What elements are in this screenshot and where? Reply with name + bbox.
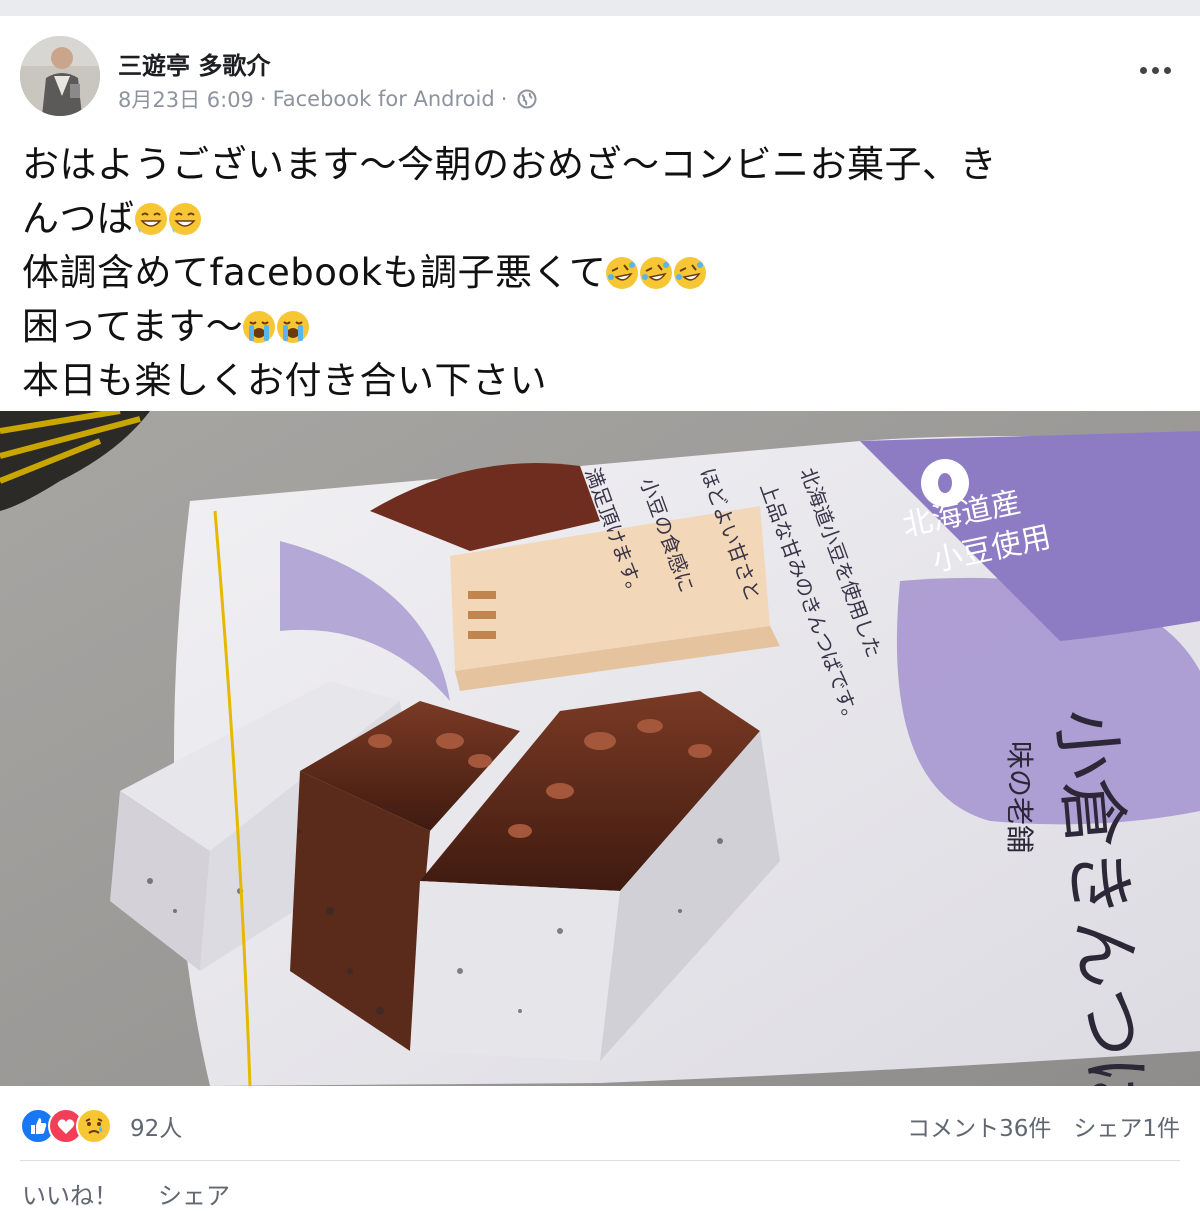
- loudly-crying-emoji-icon: [243, 311, 276, 343]
- post-photo[interactable]: 北海道産 小豆使用 北海道小豆を使用した 上品な甘みのきんつばです。 ほどよい甘…: [0, 411, 1200, 1086]
- share-count[interactable]: シェア1件: [1073, 1116, 1180, 1142]
- divider: [20, 1160, 1180, 1161]
- post-line: 体調含めてfacebookも調子悪くて: [22, 246, 1182, 300]
- grinning-sweat-emoji-icon: [168, 203, 201, 235]
- post-line: 本日も楽しくお付き合い下さい: [22, 354, 1182, 408]
- share-button[interactable]: シェア: [158, 1182, 230, 1210]
- post-header: 三遊亭 多歌介 8月23日 6:09 · Facebook for Androi…: [20, 36, 1180, 120]
- post-line-text: 体調含めてfacebookも調子悪くて: [22, 251, 607, 294]
- more-options-icon[interactable]: [1138, 60, 1174, 80]
- post-line: おはようございます〜今朝のおめざ〜コンビニお菓子、き: [22, 138, 1182, 192]
- post-meta: 8月23日 6:09 · Facebook for Android ·: [118, 84, 537, 114]
- action-bar: いいね！ シェア: [22, 1176, 270, 1211]
- post-line-text: 本日も楽しくお付き合い下さい: [22, 359, 547, 402]
- engagement-stats: コメント36件 シェア1件: [907, 1109, 1180, 1143]
- reaction-bar: 92人 コメント36件 シェア1件: [20, 1108, 1180, 1144]
- comment-count[interactable]: コメント36件: [907, 1116, 1051, 1142]
- post-line: んつば: [22, 192, 1182, 246]
- globe-icon: [517, 89, 537, 109]
- post-date[interactable]: 8月23日 6:09: [118, 84, 254, 114]
- post-line-text: おはようございます〜今朝のおめざ〜コンビニお菓子、き: [22, 143, 997, 186]
- author-name[interactable]: 三遊亭 多歌介: [118, 46, 270, 81]
- rolling-laughing-emoji-icon: [606, 257, 639, 289]
- grinning-sweat-emoji-icon: [134, 203, 167, 235]
- package-brand-small: 味の老舗: [1003, 741, 1036, 853]
- meta-separator: ·: [259, 87, 267, 111]
- like-button[interactable]: いいね！: [22, 1182, 118, 1210]
- post-line: 困ってます〜: [22, 300, 1182, 354]
- top-band: [0, 0, 1200, 16]
- meta-separator: ·: [500, 87, 508, 111]
- post-body: おはようございます〜今朝のおめざ〜コンビニお菓子、き んつば 体調含めてface…: [22, 138, 1182, 408]
- post-source: Facebook for Android: [272, 87, 495, 111]
- rolling-laughing-emoji-icon: [640, 257, 673, 289]
- reaction-count[interactable]: 92人: [130, 1109, 182, 1143]
- avatar[interactable]: [20, 36, 100, 116]
- sad-icon: [76, 1108, 112, 1144]
- reaction-icons[interactable]: [20, 1108, 120, 1144]
- loudly-crying-emoji-icon: [277, 311, 310, 343]
- rolling-laughing-emoji-icon: [674, 257, 707, 289]
- post-line-text: んつば: [22, 197, 135, 240]
- post-line-text: 困ってます〜: [22, 305, 244, 348]
